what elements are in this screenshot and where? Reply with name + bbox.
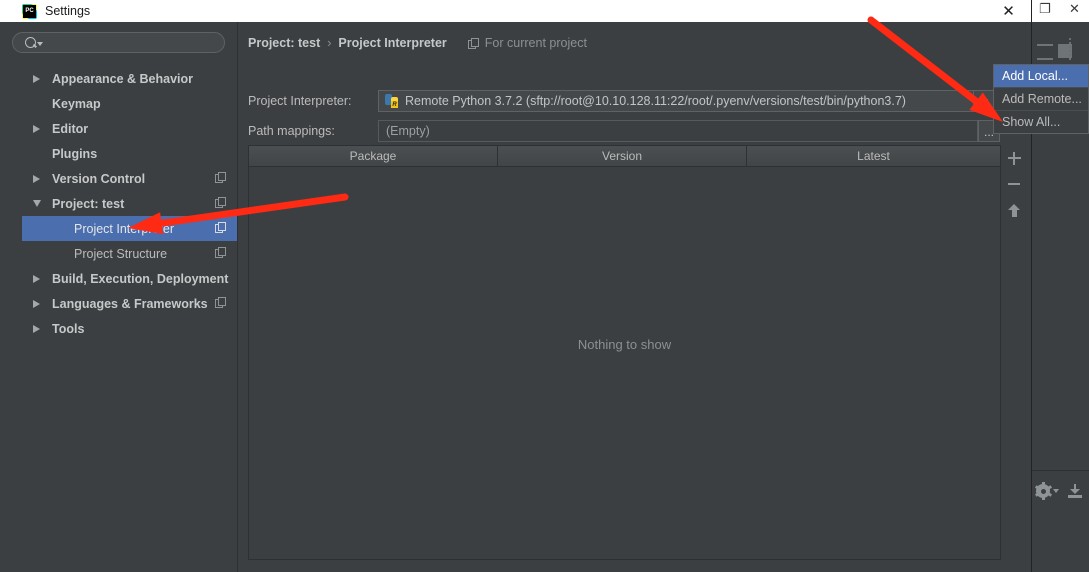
interpreter-value: Remote Python 3.7.2 (sftp://root@10.10.1… [405, 94, 906, 108]
sidebar-item-build-execution-deployment[interactable]: Build, Execution, Deployment [22, 266, 237, 291]
column-header-version[interactable]: Version [498, 146, 747, 166]
sidebar-item-label: Project: test [52, 196, 125, 211]
packages-toolbar [1003, 145, 1025, 560]
gear-icon [1034, 482, 1052, 500]
sidebar-item-keymap[interactable]: Keymap [22, 91, 237, 116]
remove-package-button[interactable] [1003, 171, 1025, 197]
install-download-icon[interactable] [1068, 484, 1082, 498]
sidebar-item-label: Keymap [52, 96, 101, 111]
arrow-up-icon [1008, 203, 1020, 217]
packages-table-header: Package Version Latest [249, 146, 1000, 167]
packages-table-body[interactable]: Nothing to show [249, 167, 1000, 559]
menu-item-show-all[interactable]: Show All... [994, 111, 1088, 133]
sidebar-item-editor[interactable]: Editor [22, 116, 237, 141]
interpreter-row: Project Interpreter: R Remote Python 3.7… [248, 90, 1008, 112]
screen: o ct r r ❐ ✕ Settings ✕ A [0, 0, 1089, 572]
pycharm-icon [22, 3, 37, 19]
dialog-titlebar: Settings ✕ [0, 0, 1031, 22]
sidebar-item-plugins[interactable]: Plugins [22, 141, 237, 166]
copy-scope-icon [215, 197, 227, 209]
copy-scope-icon [215, 247, 227, 259]
ide-window-close-icon[interactable]: ✕ [1069, 2, 1080, 17]
settings-sidebar: Appearance & Behavior Keymap Editor Plugins… [12, 22, 238, 572]
close-icon[interactable]: ✕ [986, 0, 1031, 22]
copy-scope-icon [215, 172, 227, 184]
interpreter-dropdown-menu: Add Local... Add Remote... Show All... [993, 64, 1089, 134]
sidebar-item-label: Editor [52, 121, 89, 136]
chevron-right-icon[interactable] [30, 316, 43, 341]
chevron-down-icon[interactable] [973, 91, 994, 111]
ide-run-lines-icon[interactable] [1037, 44, 1053, 60]
settings-content: Project: test › Project Interpreter For … [238, 22, 1031, 572]
sidebar-item-label: Project Structure [74, 246, 168, 261]
package-settings-gear-button[interactable] [1034, 482, 1059, 500]
sidebar-item-label: Build, Execution, Deployment [52, 271, 229, 286]
column-header-latest[interactable]: Latest [747, 146, 1000, 166]
path-mappings-value: (Empty) [386, 124, 430, 138]
sidebar-item-project-interpreter[interactable]: Project Interpreter [22, 216, 237, 241]
ide-window-restore-icon[interactable]: ❐ [1039, 2, 1051, 17]
sidebar-item-label: Appearance & Behavior [52, 71, 194, 86]
upgrade-package-button[interactable] [1003, 197, 1025, 223]
sidebar-item-version-control[interactable]: Version Control [22, 166, 237, 191]
chevron-right-icon[interactable] [30, 166, 43, 191]
chevron-right-icon[interactable] [30, 66, 43, 91]
path-mappings-field[interactable]: (Empty) [378, 120, 978, 142]
chevron-right-icon[interactable] [30, 266, 43, 291]
breadcrumb-separator: › [327, 36, 332, 50]
scope-label: For current project [484, 36, 587, 50]
chevron-down-icon [1053, 489, 1059, 493]
chevron-right-icon[interactable] [30, 116, 43, 141]
sidebar-item-label: Tools [52, 321, 85, 336]
ide-scroll-dots [1069, 38, 1071, 60]
packages-table: Package Version Latest Nothing to show [248, 145, 1001, 560]
path-mappings-label: Path mappings: [248, 124, 335, 138]
breadcrumb-current: Project Interpreter [338, 36, 447, 50]
sidebar-item-languages-frameworks[interactable]: Languages & Frameworks [22, 291, 237, 316]
dialog-title: Settings [45, 4, 91, 18]
sidebar-item-project-structure[interactable]: Project Structure [22, 241, 237, 266]
copy-scope-icon [215, 297, 227, 309]
interpreter-combobox[interactable]: R Remote Python 3.7.2 (sftp://root@10.10… [378, 90, 995, 112]
copy-scope-icon [467, 37, 479, 49]
interpreter-label: Project Interpreter: [248, 94, 352, 108]
ide-window-controls: ❐ ✕ [1031, 0, 1089, 22]
minus-icon [1008, 183, 1020, 185]
settings-tree: Appearance & Behavior Keymap Editor Plugins… [22, 66, 237, 341]
sidebar-item-project-test[interactable]: Project: test [22, 191, 237, 216]
ide-panel-separator [1031, 470, 1089, 471]
add-package-button[interactable] [1003, 145, 1025, 171]
sidebar-item-label: Plugins [52, 146, 98, 161]
search-input-text [47, 35, 216, 51]
menu-item-add-remote[interactable]: Add Remote... [994, 88, 1088, 111]
chevron-right-icon[interactable] [30, 291, 43, 316]
search-input[interactable] [12, 32, 225, 53]
search-icon [25, 37, 36, 48]
menu-item-add-local[interactable]: Add Local... [994, 65, 1088, 88]
chevron-down-icon[interactable] [30, 191, 43, 216]
chevron-down-icon [37, 42, 43, 46]
breadcrumb-parent[interactable]: Project: test [248, 36, 320, 50]
sidebar-item-label: Version Control [52, 171, 146, 186]
empty-state-text: Nothing to show [577, 337, 672, 352]
breadcrumb: Project: test › Project Interpreter For … [248, 36, 587, 50]
path-mappings-row: Path mappings: (Empty) ... [248, 120, 1008, 142]
sidebar-item-appearance-behavior[interactable]: Appearance & Behavior [22, 66, 237, 91]
column-header-package[interactable]: Package [249, 146, 498, 166]
sidebar-item-tools[interactable]: Tools [22, 316, 237, 341]
copy-scope-icon [215, 222, 227, 234]
remote-python-icon: R [385, 94, 399, 108]
sidebar-item-label: Languages & Frameworks [52, 296, 208, 311]
settings-dialog: Settings ✕ Appearance & Behavior Keymap Ed… [0, 0, 1031, 572]
sidebar-item-label: Project Interpreter [74, 221, 175, 236]
plus-icon [1007, 151, 1021, 165]
